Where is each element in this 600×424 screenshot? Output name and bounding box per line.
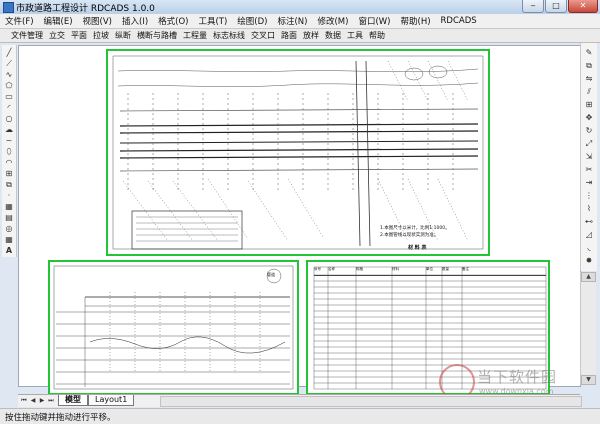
move-icon[interactable]: ✥ [583,112,595,124]
first-tab-icon[interactable]: ⏮ [20,396,28,405]
prev-tab-icon[interactable]: ◀ [29,396,37,405]
offset-icon[interactable]: ⫽ [583,86,595,98]
toolbar-tools[interactable]: 工具 [344,30,366,41]
plan-sheet: 1.本图尺寸以米计，比例1:1000。 2.本图管线以现状实测为准。 材 料 表 [106,49,490,256]
rdcads-toolbar: 文件管理 立交 平面 拉坡 纵断 横断与路槽 工程量 标志标线 交叉口 路面 放… [0,29,600,43]
menu-view[interactable]: 视图(V) [78,15,117,27]
menu-file[interactable]: 文件(F) [0,15,39,27]
plan-note-1: 1.本图尺寸以米计，比例1:1000。 [380,226,450,231]
scroll-down-icon[interactable]: ▼ [581,375,596,385]
toolbar-intersection[interactable]: 交叉口 [248,30,278,41]
menu-modify[interactable]: 修改(M) [312,15,353,27]
mtext-icon[interactable]: A [3,245,15,257]
chamfer-icon[interactable]: ◿ [583,229,595,241]
draw-toolbar: ╱ ⟋ ∿ ⬠ ▭ ◜ ○ ☁ ~ ⬯ ◠ ⊞ ⧉ · ▦ ▤ ◎ ▦ A [2,45,17,257]
material-table-title: 材 料 表 [408,245,427,251]
toolbar-pavement[interactable]: 路面 [278,30,300,41]
menu-window[interactable]: 窗口(W) [353,15,395,27]
last-tab-icon[interactable]: ⏭ [47,396,55,405]
section-stamp: 管道 [267,272,275,277]
legend-box [131,210,243,250]
profile-drawing [53,265,294,390]
window-title: 市政道路工程设计 RDCADS 1.0.0 [16,4,155,14]
vertical-scrollbar[interactable]: ▲ ▼ [580,272,596,385]
menu-bar: 文件(F) 编辑(E) 视图(V) 插入(I) 格式(O) 工具(T) 绘图(D… [0,14,600,29]
app-icon [3,2,14,13]
scroll-up-icon[interactable]: ▲ [581,272,596,282]
tab-layout1[interactable]: Layout1 [88,395,135,406]
menu-insert[interactable]: 插入(I) [117,15,153,27]
toolbar-help[interactable]: 帮助 [366,30,388,41]
status-text: 按住拖动键并拖动进行平移。 [5,413,116,423]
toolbar-plan[interactable]: 平面 [68,30,90,41]
stretch-icon[interactable]: ⇲ [583,151,595,163]
menu-help[interactable]: 帮助(H) [396,15,436,27]
maximize-button[interactable]: □ [545,0,567,13]
erase-icon[interactable]: ✎ [583,47,595,59]
extend-icon[interactable]: ⇥ [583,177,595,189]
title-bar: 市政道路工程设计 RDCADS 1.0.0 ‒ □ ✕ [0,0,600,15]
minimize-button[interactable]: ‒ [522,0,544,13]
menu-format[interactable]: 格式(O) [153,15,193,27]
toolbar-quantity[interactable]: 工程量 [180,30,210,41]
watermark-text: 当下软件园 [477,368,558,386]
break-point-icon[interactable]: ⋮ [583,190,595,202]
scale-icon[interactable]: ⤢ [583,138,595,150]
modify-toolbar: ✎ ⧉ ⇋ ⫽ ⊞ ✥ ↻ ⤢ ⇲ ✂ ⇥ ⋮ ⌇ ⊷ ◿ ◟ ✸ [580,43,597,271]
menu-edit[interactable]: 编辑(E) [39,15,78,27]
menu-rdcads[interactable]: RDCADS [436,16,482,26]
drawing-canvas[interactable]: 1.本图尺寸以米计，比例1:1000。 2.本图管线以现状实测为准。 材 料 表… [18,45,581,400]
trim-icon[interactable]: ✂ [583,164,595,176]
copy-icon[interactable]: ⧉ [583,60,595,72]
tab-model[interactable]: 模型 [58,395,88,406]
horizontal-scrollbar[interactable] [160,396,582,407]
profile-sheet: 管道 [48,260,299,395]
mirror-icon[interactable]: ⇋ [583,73,595,85]
plan-note-2: 2.本图管线以现状实测为准。 [380,233,439,238]
break-icon[interactable]: ⌇ [583,203,595,215]
toolbar-interchange[interactable]: 立交 [46,30,68,41]
explode-icon[interactable]: ✸ [583,255,595,267]
rotate-icon[interactable]: ↻ [583,125,595,137]
toolbar-profile[interactable]: 纵断 [112,30,134,41]
toolbar-file-manage[interactable]: 文件管理 [8,30,46,41]
window-controls: ‒ □ ✕ [521,0,598,13]
menu-dimension[interactable]: 标注(N) [272,15,312,27]
toolbar-cross-section[interactable]: 横断与路槽 [134,30,180,41]
toolbar-setout[interactable]: 放样 [300,30,322,41]
menu-tools[interactable]: 工具(T) [193,15,232,27]
toolbar-grade[interactable]: 拉坡 [90,30,112,41]
menu-draw[interactable]: 绘图(D) [232,15,272,27]
next-tab-icon[interactable]: ▶ [38,396,46,405]
toolbar-data[interactable]: 数据 [322,30,344,41]
status-bar: 按住拖动键并拖动进行平移。 [0,408,600,424]
close-button[interactable]: ✕ [568,0,598,13]
join-icon[interactable]: ⊷ [583,216,595,228]
fillet-icon[interactable]: ◟ [583,242,595,254]
array-icon[interactable]: ⊞ [583,99,595,111]
toolbar-signs-markings[interactable]: 标志标线 [210,30,248,41]
plan-drawing [112,55,484,250]
